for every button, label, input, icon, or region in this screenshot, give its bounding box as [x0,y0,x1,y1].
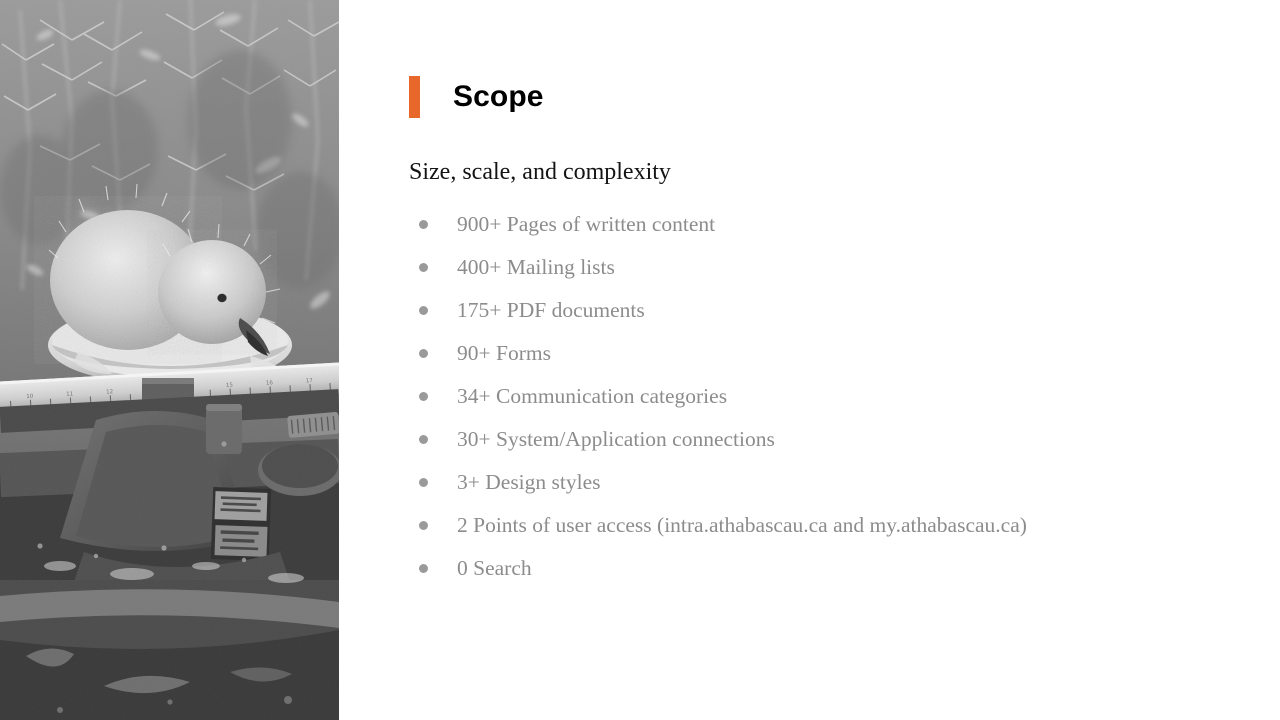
list-item: 400+ Mailing lists [409,246,1029,289]
svg-text:12: 12 [106,389,113,395]
scope-bullet-list: 900+ Pages of written content 400+ Maili… [409,203,1029,590]
list-item: 0 Search [409,547,1029,590]
page-title: Scope [453,80,544,113]
slide-title-row: Scope [409,72,544,122]
orange-accent-bar [409,76,420,118]
bullet-dot-icon [419,435,428,444]
list-item: 2 Points of user access (intra.athabasca… [409,504,1029,547]
svg-text:11: 11 [66,391,73,397]
list-item: 30+ System/Application connections [409,418,1029,461]
slide-content: Scope Size, scale, and complexity 900+ P… [339,0,1280,720]
bullet-dot-icon [419,478,428,487]
chick-on-scale-photo-illustration: 101112 131415 1617 [0,0,339,720]
list-item: 3+ Design styles [409,461,1029,504]
bullet-dot-icon [419,564,428,573]
presentation-slide: 101112 131415 1617 [0,0,1280,720]
list-item-label: 2 Points of user access (intra.athabasca… [457,513,1027,537]
list-item-label: 400+ Mailing lists [457,255,615,279]
slide-photo: 101112 131415 1617 [0,0,339,720]
list-item-label: 34+ Communication categories [457,384,728,408]
list-item-label: 3+ Design styles [457,470,601,494]
list-item: 90+ Forms [409,332,1029,375]
list-item-label: 175+ PDF documents [457,298,645,322]
list-item: 175+ PDF documents [409,289,1029,332]
list-item: 900+ Pages of written content [409,203,1029,246]
list-item-label: 30+ System/Application connections [457,427,775,451]
svg-text:15: 15 [226,382,234,388]
list-item-label: 90+ Forms [457,341,551,365]
svg-text:17: 17 [306,378,314,384]
list-item-label: 0 Search [457,556,532,580]
bullet-dot-icon [419,349,428,358]
bullet-dot-icon [419,521,428,530]
bullet-dot-icon [419,263,428,272]
bullet-dot-icon [419,220,428,229]
bullet-dot-icon [419,306,428,315]
list-item: 34+ Communication categories [409,375,1029,418]
svg-text:10: 10 [26,394,34,400]
svg-text:16: 16 [266,380,274,386]
slide-subtitle: Size, scale, and complexity [409,159,671,185]
bullet-dot-icon [419,392,428,401]
list-item-label: 900+ Pages of written content [457,212,716,236]
